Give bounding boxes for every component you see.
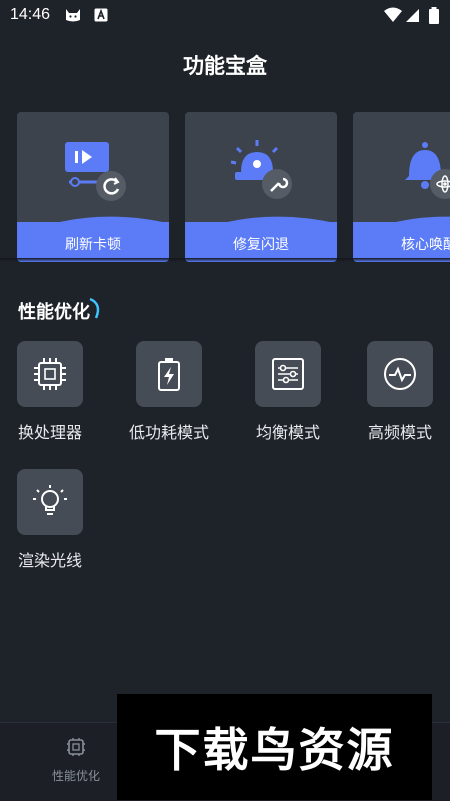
feature-tile[interactable] [17,341,83,407]
status-time: 14:46 [10,6,51,23]
card-core-wake[interactable]: 核心唤醒 [353,112,450,262]
watermark-text: 下载鸟资源 [154,723,395,777]
siren-repair-icon [227,136,297,210]
signal-icon [406,7,420,27]
section-title: 性能优化 [18,302,90,323]
feature-label: 高频模式 [367,423,432,442]
nav-item-performance[interactable]: 性能优化 [38,737,114,784]
card-label: 核心唤醒 [401,237,450,253]
loading-arc-icon [88,296,104,326]
feature-label: 换处理器 [17,423,82,442]
page-title: 功能宝盒 [183,54,267,78]
feature-label: 低功耗模式 [128,423,209,442]
watermark-logo: 下载鸟资源 [117,694,432,800]
feature-switch-processor[interactable]: 换处理器 [0,341,100,443]
lightbulb-icon [33,485,67,515]
card-label: 修复闪退 [233,237,289,253]
sliders-icon [272,358,304,390]
wifi-icon [384,7,402,27]
carousel-shadow [0,258,450,262]
feature-label: 均衡模式 [255,423,320,442]
nav-label: 性能优化 [51,769,100,783]
cpu-chip-icon [34,358,66,390]
performance-icon [67,738,85,756]
feature-tile[interactable] [367,341,433,407]
feature-tile[interactable] [17,469,83,535]
refresh-screen-icon [59,136,129,210]
battery-icon [428,7,440,29]
battery-bolt-icon [158,358,180,391]
feature-render-light[interactable]: 渲染光线 [0,469,100,571]
card-refresh-lag[interactable]: 刷新卡顿 [17,112,169,262]
card-fix-crash[interactable]: 修复闪退 [185,112,337,262]
card-label: 刷新卡顿 [65,237,121,253]
feature-high-frequency-mode[interactable]: 高频模式 [350,341,450,443]
feature-cards-carousel[interactable]: 刷新卡顿 修复闪退 核心唤 [0,112,450,264]
feature-label: 渲染光线 [17,551,82,570]
feature-low-power-mode[interactable]: 低功耗模式 [119,341,219,443]
status-bar: 14:46 [0,0,450,32]
feature-tile[interactable] [136,341,202,407]
bell-atom-icon [395,136,450,210]
pulse-icon [384,358,416,390]
feature-balanced-mode[interactable]: 均衡模式 [238,341,338,443]
a-letter-icon [94,7,108,27]
feature-tile[interactable] [255,341,321,407]
cat-icon [64,7,82,27]
